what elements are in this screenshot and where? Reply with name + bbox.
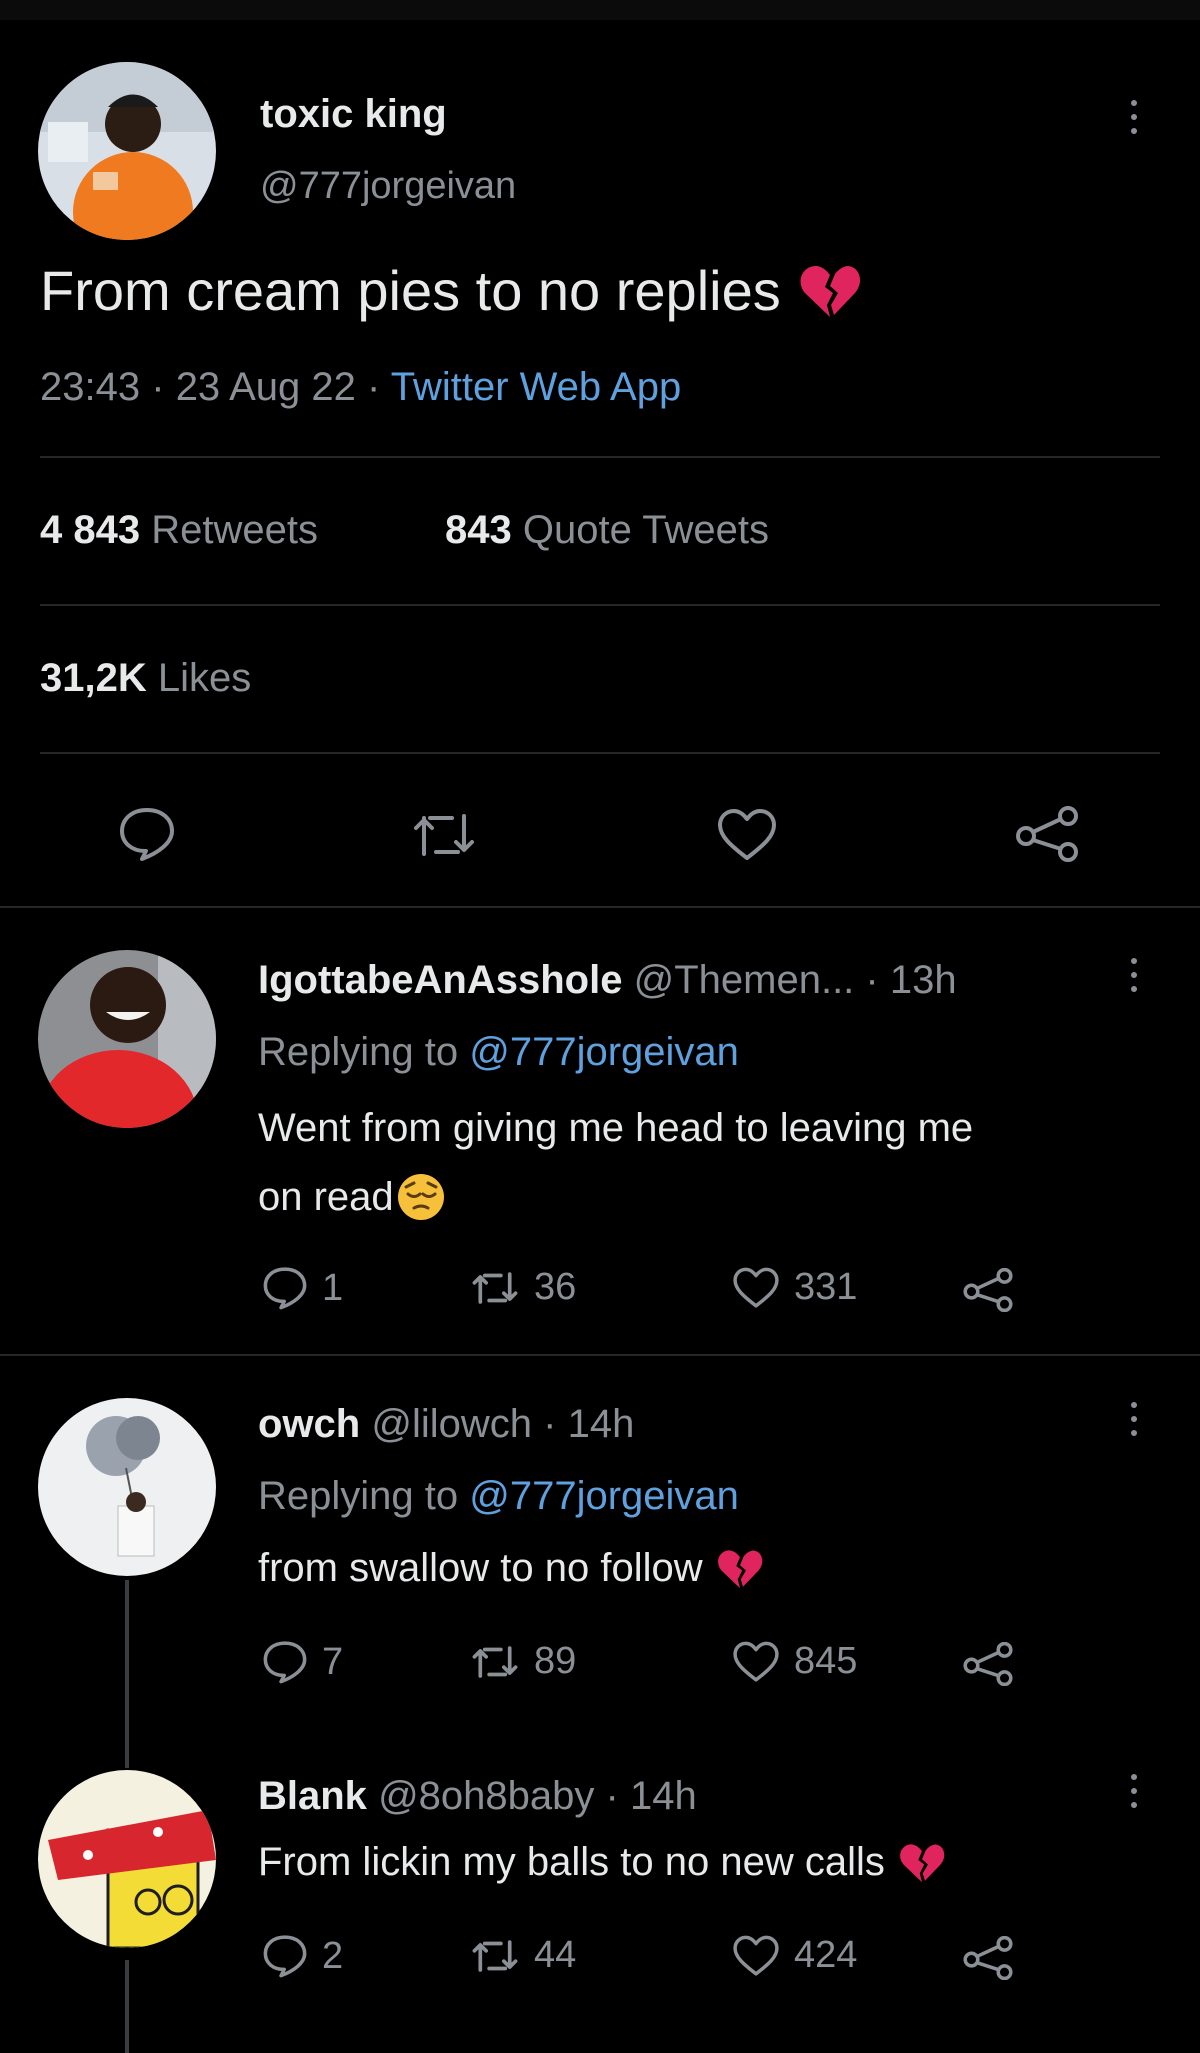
main-tweet-text-row: From cream pies to no replies (40, 258, 861, 323)
reply-2-text: from swallow to no follow (258, 1546, 703, 1590)
main-client[interactable]: Twitter Web App (391, 365, 682, 409)
reply-2-display-name[interactable]: owch (258, 1402, 360, 1446)
divider (0, 906, 1200, 908)
divider (40, 604, 1160, 606)
like-icon[interactable] (716, 808, 778, 862)
reply-3-avatar[interactable] (38, 1770, 216, 1948)
reply-3-text: From lickin my balls to no new calls (258, 1840, 885, 1884)
reply-icon[interactable] (118, 806, 176, 862)
reply-1-reply-action[interactable]: 1 (262, 1266, 343, 1310)
broken-heart-icon (799, 263, 861, 319)
reply-count: 1 (322, 1266, 344, 1309)
broken-heart-icon (717, 1548, 763, 1590)
retweet-count: 89 (534, 1640, 577, 1682)
top-edge (0, 0, 1200, 20)
like-icon (732, 1267, 780, 1309)
retweets-count: 4 843 (40, 508, 141, 552)
divider (40, 456, 1160, 458)
retweet-icon (470, 1643, 520, 1681)
reply-count: 2 (322, 1934, 344, 1977)
retweet-count: 36 (534, 1266, 577, 1308)
reply-1-text-line2-row: on read (258, 1172, 446, 1222)
share-icon[interactable] (1014, 806, 1080, 862)
reply-1-time[interactable]: · 13h (865, 958, 956, 1002)
retweet-icon[interactable] (410, 810, 478, 860)
quote-tweets-stat[interactable]: 843 Quote Tweets (445, 508, 769, 553)
quotes-count: 843 (445, 508, 512, 552)
reply-2-replying-to: Replying to @777jorgeivan (258, 1474, 739, 1519)
replying-to-handle[interactable]: @777jorgeivan (469, 1474, 739, 1518)
like-count: 845 (794, 1640, 858, 1682)
reply-1-header: IgottabeAnAsshole @Themen... · 13h (258, 958, 957, 1003)
like-count: 331 (794, 1266, 858, 1308)
retweet-icon (470, 1269, 520, 1307)
reply-2-avatar[interactable] (38, 1398, 216, 1576)
pensive-face-icon (396, 1172, 446, 1222)
reply-2-retweet-action[interactable]: 89 (470, 1640, 576, 1683)
main-display-name[interactable]: toxic king (260, 92, 447, 137)
reply-3-like-action[interactable]: 424 (732, 1934, 857, 1977)
reply-2-text-row: from swallow to no follow (258, 1546, 763, 1591)
reply-3-retweet-action[interactable]: 44 (470, 1934, 576, 1977)
reply-2-like-action[interactable]: 845 (732, 1640, 857, 1683)
like-icon (732, 1935, 780, 1977)
reply-icon (262, 1934, 308, 1978)
likes-label: Likes (157, 656, 252, 700)
reply-3-more-menu[interactable] (1128, 1774, 1140, 1808)
likes-stat[interactable]: 31,2K Likes (40, 656, 251, 701)
main-handle[interactable]: @777jorgeivan (260, 165, 516, 208)
reply-1-avatar[interactable] (38, 950, 216, 1128)
meta-sep: · (367, 365, 381, 409)
reply-icon (262, 1266, 308, 1310)
main-time: 23:43 (40, 365, 141, 409)
retweets-label: Retweets (151, 508, 318, 552)
main-date[interactable]: 23 Aug 22 (176, 365, 356, 409)
replying-prefix: Replying to (258, 1474, 459, 1518)
divider (40, 752, 1160, 754)
quotes-label: Quote Tweets (522, 508, 769, 552)
reply-3-handle[interactable]: @8oh8baby (378, 1774, 594, 1818)
retweet-count: 44 (534, 1934, 577, 1976)
reply-2-more-menu[interactable] (1128, 1402, 1140, 1436)
reply-3-header: Blank @8oh8baby · 14h (258, 1774, 697, 1819)
reply-count: 7 (322, 1640, 344, 1683)
reply-1-like-action[interactable]: 331 (732, 1266, 857, 1309)
reply-1-handle[interactable]: @Themen... (634, 958, 855, 1002)
reply-1-text-line1: Went from giving me head to leaving me (258, 1106, 974, 1150)
thread-line (125, 1580, 129, 1768)
reply-1-replying-to: Replying to @777jorgeivan (258, 1030, 739, 1075)
reply-2-reply-action[interactable]: 7 (262, 1640, 343, 1684)
broken-heart-icon (899, 1842, 945, 1884)
retweet-icon (470, 1937, 520, 1975)
thread-line (125, 1960, 129, 2053)
main-author-avatar[interactable] (38, 62, 216, 240)
reply-3-display-name[interactable]: Blank (258, 1774, 367, 1818)
like-icon (732, 1641, 780, 1683)
reply-3-text-row: From lickin my balls to no new calls (258, 1840, 945, 1885)
main-meta-row: 23:43 · 23 Aug 22 · Twitter Web App (40, 365, 681, 410)
replying-prefix: Replying to (258, 1030, 459, 1074)
reply-2-handle[interactable]: @lilowch (371, 1402, 532, 1446)
reply-1-display-name[interactable]: IgottabeAnAsshole (258, 958, 622, 1002)
reply-3-share-icon[interactable] (962, 1936, 1014, 1980)
main-tweet-text: From cream pies to no replies (40, 259, 781, 322)
reply-1-text-line2: on read (258, 1174, 394, 1219)
likes-count: 31,2K (40, 656, 147, 700)
reply-1-share-icon[interactable] (962, 1268, 1014, 1312)
replying-to-handle[interactable]: @777jorgeivan (469, 1030, 739, 1074)
reply-3-time[interactable]: · 14h (606, 1774, 697, 1818)
reply-1-retweet-action[interactable]: 36 (470, 1266, 576, 1309)
retweets-stat[interactable]: 4 843 Retweets (40, 508, 318, 553)
like-count: 424 (794, 1934, 858, 1976)
meta-sep: · (151, 365, 165, 409)
reply-2-header: owch @lilowch · 14h (258, 1402, 634, 1447)
reply-2-share-icon[interactable] (962, 1642, 1014, 1686)
reply-2-time[interactable]: · 14h (543, 1402, 634, 1446)
reply-icon (262, 1640, 308, 1684)
divider (0, 1354, 1200, 1356)
reply-1-more-menu[interactable] (1128, 958, 1140, 992)
main-more-menu[interactable] (1128, 100, 1140, 134)
reply-3-reply-action[interactable]: 2 (262, 1934, 343, 1978)
